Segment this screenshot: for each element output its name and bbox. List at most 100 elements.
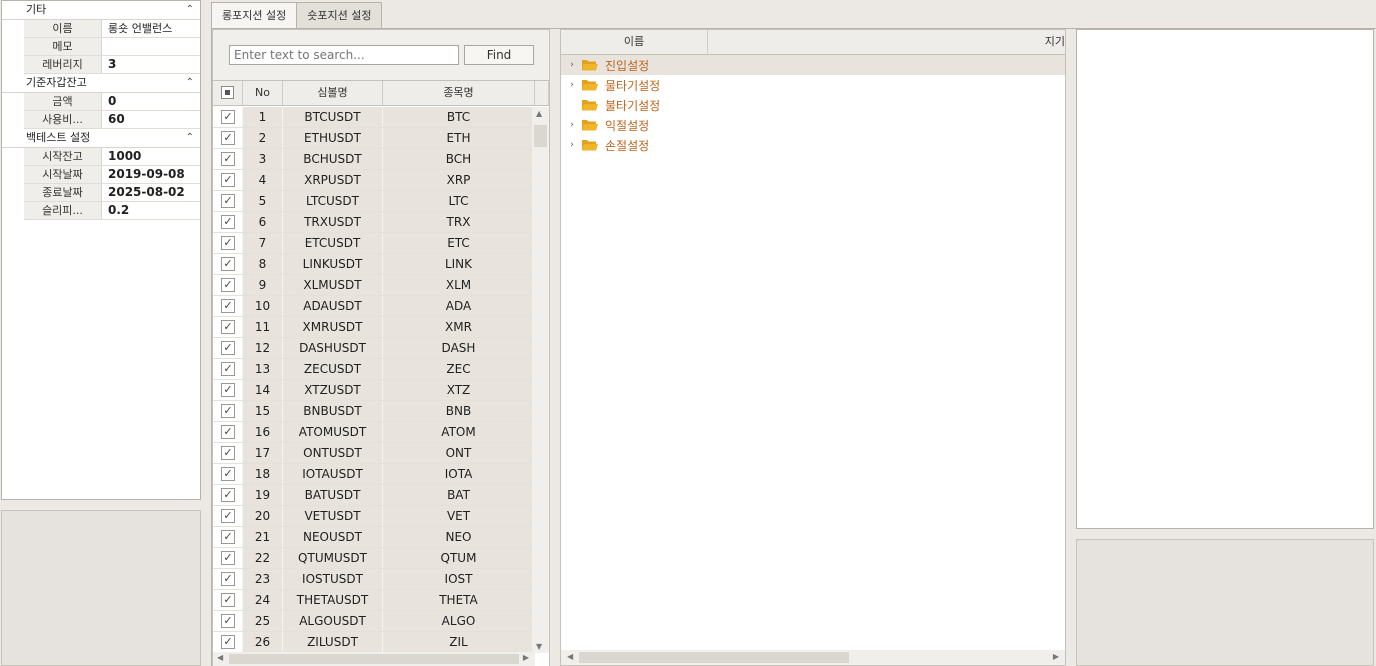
chevron-right-icon[interactable]: › bbox=[561, 80, 579, 90]
select-all-checkbox[interactable] bbox=[213, 81, 243, 105]
row-checkbox[interactable]: ✓ bbox=[221, 425, 235, 439]
row-checkbox[interactable]: ✓ bbox=[221, 236, 235, 250]
property-row[interactable]: 이름 롱숏 언밸런스 bbox=[24, 20, 200, 38]
row-checkbox[interactable]: ✓ bbox=[221, 320, 235, 334]
chevron-up-icon[interactable]: ⌃ bbox=[186, 74, 194, 92]
row-checkbox[interactable]: ✓ bbox=[221, 341, 235, 355]
property-value[interactable]: 0.2 bbox=[102, 202, 200, 219]
scroll-thumb[interactable] bbox=[229, 654, 519, 664]
property-row[interactable]: 슬리피... 0.2 bbox=[24, 202, 200, 220]
scroll-right-icon[interactable]: ▶ bbox=[1053, 652, 1059, 661]
scroll-thumb[interactable] bbox=[534, 125, 547, 147]
table-row[interactable]: ✓ 6 TRXUSDT TRX bbox=[213, 212, 535, 233]
table-row[interactable]: ✓ 21 NEOUSDT NEO bbox=[213, 527, 535, 548]
property-category[interactable]: 기준자갑잔고 ⌃ bbox=[2, 74, 200, 93]
row-checkbox[interactable]: ✓ bbox=[221, 593, 235, 607]
table-row[interactable]: ✓ 4 XRPUSDT XRP bbox=[213, 170, 535, 191]
tab-long-position[interactable]: 롱포지션 설정 bbox=[211, 2, 298, 29]
table-row[interactable]: ✓ 26 ZILUSDT ZIL bbox=[213, 632, 535, 653]
table-row[interactable]: ✓ 25 ALGOUSDT ALGO bbox=[213, 611, 535, 632]
scroll-left-icon[interactable]: ◀ bbox=[217, 653, 223, 662]
find-button[interactable]: Find bbox=[464, 45, 534, 65]
row-checkbox[interactable]: ✓ bbox=[221, 614, 235, 628]
column-header-name[interactable]: 종목명 bbox=[383, 81, 535, 105]
tab-short-position[interactable]: 숏포지션 설정 bbox=[296, 2, 383, 29]
chevron-right-icon[interactable]: › bbox=[561, 60, 579, 70]
row-checkbox[interactable]: ✓ bbox=[221, 572, 235, 586]
tree-column-name[interactable]: 이름 bbox=[561, 30, 708, 54]
row-checkbox[interactable]: ✓ bbox=[221, 551, 235, 565]
table-row[interactable]: ✓ 17 ONTUSDT ONT bbox=[213, 443, 535, 464]
tree-node[interactable]: › 익절설정 bbox=[561, 115, 1065, 135]
tree-node[interactable]: 불타기설정 bbox=[561, 95, 1065, 115]
table-row[interactable]: ✓ 10 ADAUSDT ADA bbox=[213, 296, 535, 317]
property-row[interactable]: 시작잔고 1000 bbox=[24, 148, 200, 166]
table-row[interactable]: ✓ 5 LTCUSDT LTC bbox=[213, 191, 535, 212]
property-value[interactable]: 2019-09-08 bbox=[102, 166, 200, 183]
table-row[interactable]: ✓ 22 QTUMUSDT QTUM bbox=[213, 548, 535, 569]
row-checkbox[interactable]: ✓ bbox=[221, 257, 235, 271]
property-row[interactable]: 시작날짜 2019-09-08 bbox=[24, 166, 200, 184]
table-row[interactable]: ✓ 15 BNBUSDT BNB bbox=[213, 401, 535, 422]
table-row[interactable]: ✓ 12 DASHUSDT DASH bbox=[213, 338, 535, 359]
grid-vertical-scrollbar[interactable]: ▲ ▼ bbox=[532, 107, 549, 653]
row-checkbox[interactable]: ✓ bbox=[221, 173, 235, 187]
row-checkbox[interactable]: ✓ bbox=[221, 488, 235, 502]
row-checkbox[interactable]: ✓ bbox=[221, 530, 235, 544]
property-row[interactable]: 메모 bbox=[24, 38, 200, 56]
scroll-up-icon[interactable]: ▲ bbox=[536, 109, 542, 118]
table-row[interactable]: ✓ 24 THETAUSDT THETA bbox=[213, 590, 535, 611]
table-row[interactable]: ✓ 16 ATOMUSDT ATOM bbox=[213, 422, 535, 443]
row-checkbox[interactable]: ✓ bbox=[221, 194, 235, 208]
tree-node[interactable]: › 물타기설정 bbox=[561, 75, 1065, 95]
row-checkbox[interactable]: ✓ bbox=[221, 446, 235, 460]
table-row[interactable]: ✓ 2 ETHUSDT ETH bbox=[213, 128, 535, 149]
table-row[interactable]: ✓ 20 VETUSDT VET bbox=[213, 506, 535, 527]
chevron-up-icon[interactable]: ⌃ bbox=[186, 1, 194, 19]
table-row[interactable]: ✓ 13 ZECUSDT ZEC bbox=[213, 359, 535, 380]
chevron-right-icon[interactable]: › bbox=[561, 120, 579, 130]
property-row[interactable]: 금액 0 bbox=[24, 93, 200, 111]
row-checkbox[interactable]: ✓ bbox=[221, 131, 235, 145]
table-row[interactable]: ✓ 18 IOTAUSDT IOTA bbox=[213, 464, 535, 485]
property-row[interactable]: 레버리지 3 bbox=[24, 56, 200, 74]
property-category[interactable]: 기타 ⌃ bbox=[2, 1, 200, 20]
table-row[interactable]: ✓ 9 XLMUSDT XLM bbox=[213, 275, 535, 296]
property-value[interactable]: 60 bbox=[102, 111, 200, 128]
property-value[interactable]: 3 bbox=[102, 56, 200, 73]
table-row[interactable]: ✓ 8 LINKUSDT LINK bbox=[213, 254, 535, 275]
property-row[interactable]: 종료날짜 2025-08-02 bbox=[24, 184, 200, 202]
column-header-symbol[interactable]: 심볼명 bbox=[283, 81, 383, 105]
tree-column-value[interactable]: 지기 bbox=[708, 30, 1065, 54]
table-row[interactable]: ✓ 23 IOSTUSDT IOST bbox=[213, 569, 535, 590]
table-row[interactable]: ✓ 3 BCHUSDT BCH bbox=[213, 149, 535, 170]
row-checkbox[interactable]: ✓ bbox=[221, 635, 235, 649]
table-row[interactable]: ✓ 7 ETCUSDT ETC bbox=[213, 233, 535, 254]
property-value[interactable]: 2025-08-02 bbox=[102, 184, 200, 201]
table-row[interactable]: ✓ 14 XTZUSDT XTZ bbox=[213, 380, 535, 401]
column-header-no[interactable]: No bbox=[243, 81, 283, 105]
property-value[interactable]: 0 bbox=[102, 93, 200, 110]
chevron-right-icon[interactable]: › bbox=[561, 140, 579, 150]
tree-node[interactable]: › 진입설정 bbox=[561, 55, 1065, 75]
scroll-left-icon[interactable]: ◀ bbox=[567, 652, 573, 661]
row-checkbox[interactable]: ✓ bbox=[221, 362, 235, 376]
row-checkbox[interactable]: ✓ bbox=[221, 467, 235, 481]
property-value[interactable] bbox=[102, 38, 200, 55]
scroll-right-icon[interactable]: ▶ bbox=[523, 653, 529, 662]
row-checkbox[interactable]: ✓ bbox=[221, 404, 235, 418]
grid-horizontal-scrollbar[interactable]: ◀ ▶ bbox=[213, 652, 535, 666]
scroll-down-icon[interactable]: ▼ bbox=[536, 642, 542, 651]
search-input[interactable] bbox=[229, 45, 459, 65]
tree-horizontal-scrollbar[interactable]: ◀ ▶ bbox=[561, 650, 1065, 665]
row-checkbox[interactable]: ✓ bbox=[221, 110, 235, 124]
scroll-thumb[interactable] bbox=[579, 652, 849, 663]
property-value[interactable]: 롱숏 언밸런스 bbox=[102, 20, 200, 37]
row-checkbox[interactable]: ✓ bbox=[221, 509, 235, 523]
property-value[interactable]: 1000 bbox=[102, 148, 200, 165]
tree-node[interactable]: › 손절설정 bbox=[561, 135, 1065, 155]
property-category[interactable]: 백테스트 설정 ⌃ bbox=[2, 129, 200, 148]
row-checkbox[interactable]: ✓ bbox=[221, 278, 235, 292]
row-checkbox[interactable]: ✓ bbox=[221, 383, 235, 397]
row-checkbox[interactable]: ✓ bbox=[221, 299, 235, 313]
